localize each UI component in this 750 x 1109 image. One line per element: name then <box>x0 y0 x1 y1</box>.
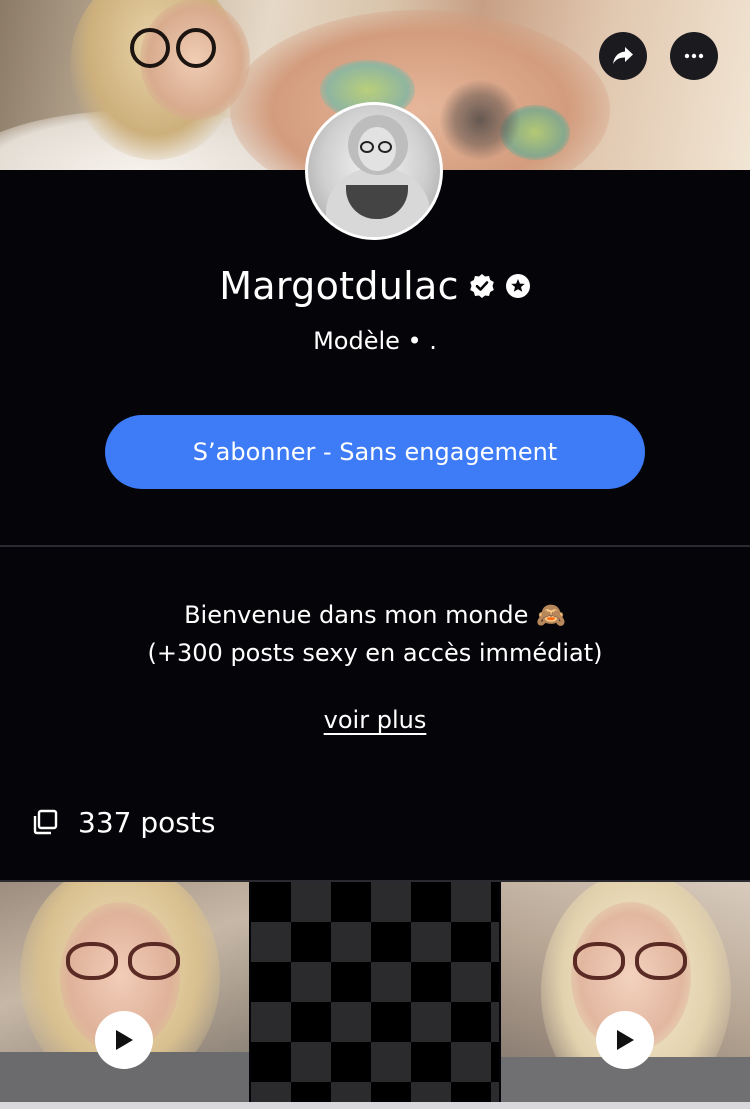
section-divider <box>0 545 750 547</box>
more-options-button[interactable] <box>670 32 718 80</box>
verified-badge-icon <box>469 273 495 299</box>
subscribe-button[interactable]: S’abonner - Sans engagement <box>105 415 645 489</box>
avatar[interactable] <box>305 102 443 240</box>
profile-bio: Bienvenue dans mon monde 🙈 (+300 posts s… <box>0 596 750 672</box>
profile-name-row: Margotdulac <box>0 262 750 310</box>
bio-line-2: (+300 posts sexy en accès immédiat) <box>147 639 603 667</box>
media-tile-placeholder[interactable] <box>251 882 499 1102</box>
share-button[interactable] <box>599 32 647 80</box>
media-grid <box>0 882 750 1102</box>
copy-icon <box>33 809 58 835</box>
play-button[interactable] <box>95 1011 153 1069</box>
media-tile-video[interactable] <box>501 882 750 1102</box>
posts-count: 337 posts <box>78 805 216 839</box>
profile-name: Margotdulac <box>219 264 459 308</box>
play-button[interactable] <box>596 1011 654 1069</box>
bio-line-1: Bienvenue dans mon monde 🙈 <box>184 601 566 629</box>
posts-count-row: 337 posts <box>32 800 215 844</box>
play-icon <box>617 1030 634 1050</box>
media-tile-video[interactable] <box>0 882 249 1102</box>
see-more-link[interactable]: voir plus <box>0 706 750 734</box>
more-dots-icon <box>684 53 704 59</box>
star-badge-icon <box>505 273 531 299</box>
play-icon <box>116 1030 133 1050</box>
share-icon <box>613 47 633 64</box>
profile-page: Margotdulac Modèle • . S’abonner - Sans … <box>0 0 750 1109</box>
bottom-edge <box>0 1102 750 1109</box>
profile-subtitle: Modèle • . <box>313 327 437 355</box>
